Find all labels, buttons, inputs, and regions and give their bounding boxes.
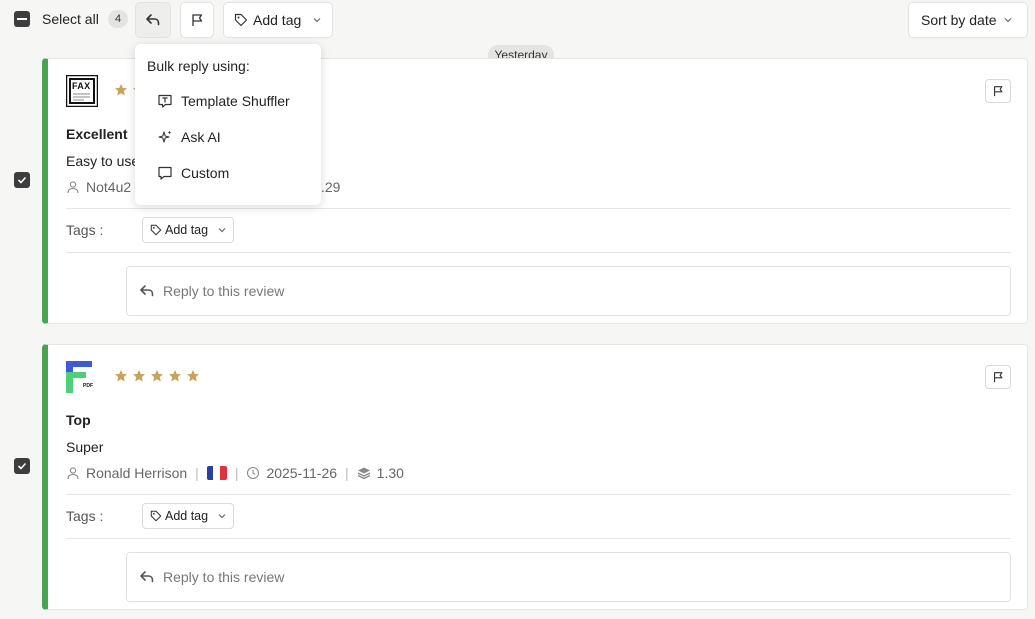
menu-item-ask-ai[interactable]: Ask AI <box>157 129 221 145</box>
sort-dropdown[interactable]: Sort by date <box>908 2 1028 38</box>
review-title: Excellent <box>66 126 128 142</box>
add-tag-dropdown[interactable]: Add tag <box>142 503 234 529</box>
review-version: 1.30 <box>376 465 404 481</box>
review-card: PDF Top Super Ronald Herrison | | 2025-1… <box>42 344 1028 610</box>
add-tag-label: Add tag <box>253 12 302 28</box>
divider <box>66 208 1011 209</box>
chevron-down-icon <box>1004 18 1011 23</box>
reply-icon <box>140 285 154 297</box>
clock-icon <box>247 466 260 480</box>
star-rating <box>114 369 200 383</box>
reply-input[interactable]: Reply to this review <box>126 266 1011 316</box>
bulk-toolbar: Select all 4 Add tag Sort by date <box>0 0 1035 40</box>
chat-bubble-icon <box>158 166 172 180</box>
star-icon <box>169 370 181 382</box>
review-title: Top <box>66 412 91 428</box>
review-author: Not4u2 <box>86 179 132 195</box>
separator: | <box>345 465 349 481</box>
tags-label: Tags : <box>66 508 104 524</box>
star-icon <box>115 84 127 96</box>
tag-icon <box>150 510 162 522</box>
flag-review-button[interactable] <box>985 79 1011 103</box>
menu-item-custom[interactable]: Custom <box>157 165 229 181</box>
chevron-down-icon <box>313 18 321 23</box>
star-icon <box>151 370 163 382</box>
france-flag-icon <box>206 466 227 480</box>
divider <box>66 538 1011 539</box>
separator: | <box>234 465 239 481</box>
reply-placeholder: Reply to this review <box>163 569 285 585</box>
select-all-checkbox[interactable] <box>14 11 30 27</box>
reviews-page: Select all 4 Add tag Sort by date Yester… <box>0 0 1035 619</box>
menu-item-label: Custom <box>181 165 230 181</box>
divider <box>66 252 1011 253</box>
review-body: Easy to use <box>66 153 140 169</box>
menu-item-template-shuffler[interactable]: Template Shuffler <box>157 93 290 109</box>
review-checkbox[interactable] <box>14 458 30 474</box>
user-icon <box>67 181 79 194</box>
bulk-flag-button[interactable] <box>180 2 214 38</box>
separator: | <box>195 465 199 481</box>
flag-icon <box>994 86 1003 97</box>
reply-input[interactable]: Reply to this review <box>126 552 1011 602</box>
layers-icon <box>357 467 370 480</box>
user-icon <box>67 467 79 480</box>
review-checkbox[interactable] <box>14 172 30 188</box>
flag-icon <box>994 372 1003 383</box>
review-date: 2025-11-26 <box>266 465 338 481</box>
app-logo: PDF <box>66 361 98 393</box>
chevron-down-icon <box>218 514 226 519</box>
add-tag-label: Add tag <box>165 509 209 523</box>
bulk-reply-menu: Bulk reply using: Template Shuffler Ask … <box>135 44 321 205</box>
bulk-reply-menu-header: Bulk reply using: <box>147 58 250 74</box>
chevron-down-icon <box>218 228 226 233</box>
review-author: Ronald Herrison <box>86 465 188 481</box>
tag-icon <box>150 224 162 236</box>
menu-item-label: Template Shuffler <box>181 93 290 109</box>
star-icon <box>115 370 127 382</box>
tags-label: Tags : <box>66 222 104 238</box>
tag-icon <box>234 13 248 27</box>
reply-icon <box>140 571 154 583</box>
add-tag-dropdown[interactable]: Add tag <box>142 217 234 243</box>
star-icon <box>187 370 199 382</box>
app-logo-text: PDF <box>83 383 93 389</box>
star-icon <box>133 370 145 382</box>
review-meta: Ronald Herrison | | 2025-11-26 | 1.30 <box>66 465 404 481</box>
sparkle-icon <box>158 130 172 143</box>
review-body: Super <box>66 439 104 455</box>
divider <box>66 494 1011 495</box>
app-logo: FAX <box>65 74 99 108</box>
reply-icon <box>146 14 160 26</box>
app-logo-text: FAX <box>72 81 91 91</box>
template-icon <box>158 94 172 108</box>
reply-placeholder: Reply to this review <box>163 283 285 299</box>
bulk-add-tag-dropdown[interactable]: Add tag <box>223 2 333 38</box>
sort-label: Sort by date <box>921 12 997 28</box>
bulk-reply-button[interactable] <box>135 2 171 38</box>
check-icon <box>17 462 27 470</box>
select-all-label[interactable]: Select all <box>42 11 99 27</box>
check-icon <box>17 176 27 184</box>
selected-count-badge: 4 <box>108 10 128 28</box>
flag-review-button[interactable] <box>985 365 1011 389</box>
flag-icon <box>192 14 203 26</box>
menu-item-label: Ask AI <box>181 129 221 145</box>
add-tag-label: Add tag <box>165 223 209 237</box>
